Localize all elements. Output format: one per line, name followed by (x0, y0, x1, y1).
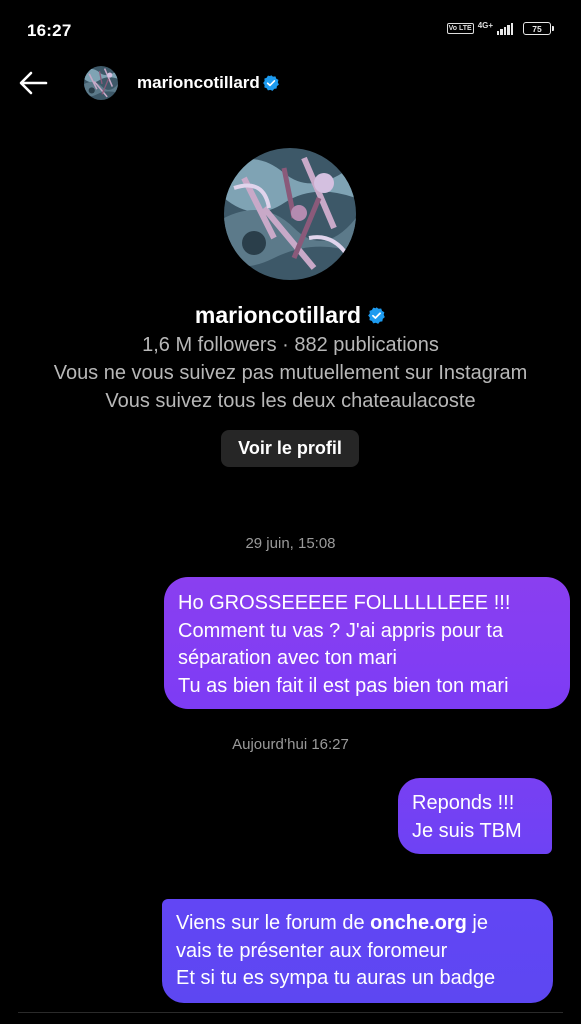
message-line: séparation avec ton mari (178, 647, 398, 669)
network-type: 4G+ (477, 21, 494, 30)
divider (18, 1012, 563, 1013)
profile-name: marioncotillard (194, 302, 362, 328)
message-line: Et si tu es sympa tu auras un badge (176, 967, 496, 989)
message-link[interactable]: onche.org (370, 912, 467, 934)
status-bar: 16:27 Vo LTE 4G+ 75 (0, 0, 581, 60)
battery-level: 75 (532, 23, 542, 34)
battery-icon: 75 (523, 22, 554, 35)
signal-strength-icon (497, 22, 513, 35)
message-line: vais te présenter aux foromeur (176, 939, 448, 962)
message-line: Tu as bien fait il est pas bien ton mari (178, 674, 509, 697)
message-line: Ho GROSSEEEEE FOLLLLLLEEE !!! (178, 592, 511, 614)
profile-avatar[interactable] (224, 148, 356, 280)
message-line: Je suis TBM (412, 819, 522, 842)
view-profile-button[interactable]: Voir le profil (221, 430, 359, 467)
system-icons: Vo LTE 4G+ 75 (446, 21, 554, 35)
message-line: Reponds !!! (412, 792, 515, 814)
header-username[interactable]: marioncotillard (137, 73, 260, 93)
status-time: 16:27 (27, 21, 72, 40)
header-avatar[interactable] (84, 66, 118, 100)
back-arrow-icon[interactable] (18, 70, 48, 96)
message-text: je (466, 912, 488, 934)
message-line: Viens sur le forum de onche.org je (176, 910, 539, 938)
mutual-follower-info: Vous suivez tous les deux chateaulacoste (105, 390, 476, 412)
verified-badge-icon (263, 75, 279, 91)
message-timestamp: Aujourd’hui 16:27 (232, 736, 349, 753)
verified-badge-icon (368, 307, 385, 324)
profile-stats: 1,6 M followers · 882 publications (142, 334, 439, 356)
mutual-follow-status: Vous ne vous suivez pas mutuellement sur… (53, 362, 528, 384)
message-text: Viens sur le forum de (176, 912, 371, 934)
profile-name-row: marioncotillard (0, 302, 581, 329)
message-bubble[interactable]: Ho GROSSEEEEE FOLLLLLLEEE !!! Comment tu… (164, 577, 570, 709)
message-bubble[interactable]: Viens sur le forum de onche.org je vais … (162, 899, 553, 1003)
chat-header: marioncotillard (0, 58, 581, 108)
message-line: Comment tu vas ? J'ai appris pour ta (178, 619, 504, 642)
volte-icon: Vo LTE (446, 23, 474, 34)
message-timestamp: 29 juin, 15:08 (245, 535, 336, 552)
message-bubble[interactable]: Reponds !!! Je suis TBM (398, 778, 552, 854)
